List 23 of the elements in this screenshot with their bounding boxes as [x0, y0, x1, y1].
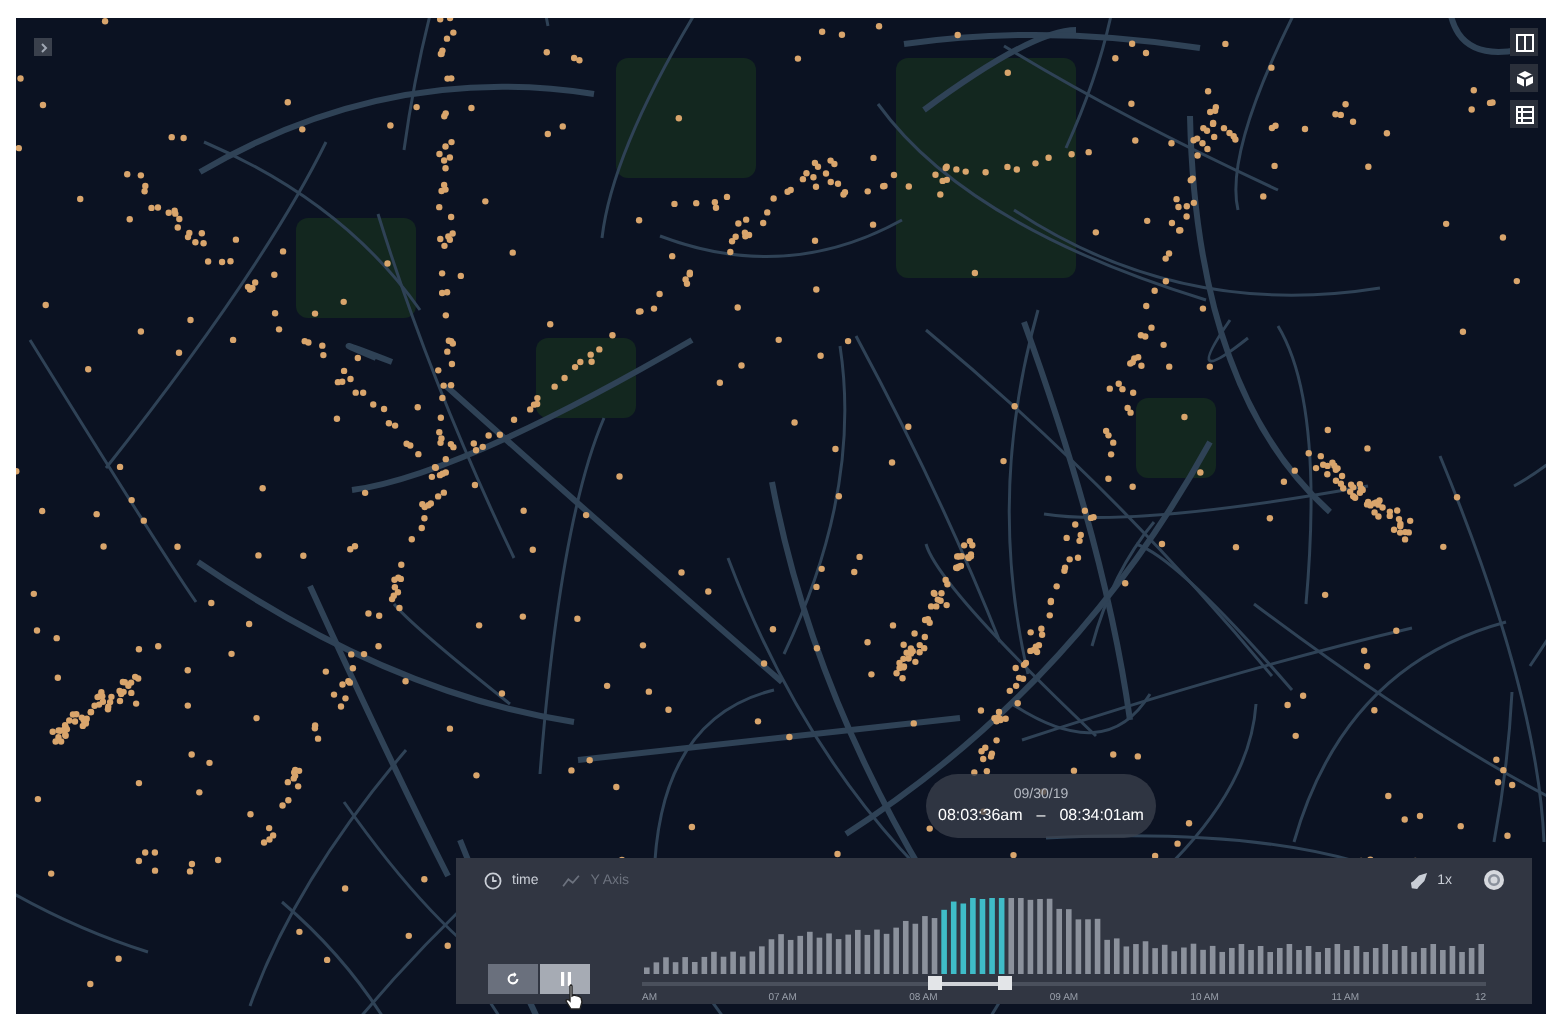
hand-cursor-icon	[564, 984, 584, 1010]
range-handle[interactable]	[997, 976, 1012, 990]
pause-icon	[559, 972, 571, 986]
legend-button[interactable]	[1510, 100, 1538, 128]
chevron-right-icon	[37, 41, 49, 53]
range-handle[interactable]	[927, 976, 942, 990]
layer-view-button[interactable]	[1510, 64, 1538, 92]
range-separator: –	[1036, 806, 1046, 824]
rocket-icon	[1409, 871, 1428, 889]
start-time-text: 08:03:36am	[938, 806, 1023, 824]
expand-panel-button[interactable]	[34, 38, 52, 56]
settings-icon	[1486, 872, 1502, 888]
settings-button[interactable]	[1484, 870, 1504, 890]
split-map-icon	[1515, 33, 1533, 51]
play-pause-button[interactable]	[540, 964, 590, 994]
split-map-button[interactable]	[1510, 28, 1538, 56]
legend-icon	[1515, 105, 1533, 123]
clock-icon	[484, 871, 502, 889]
reset-button[interactable]	[488, 964, 538, 994]
trend-line-icon	[562, 873, 581, 887]
end-time-text: 08:34:01am	[1059, 806, 1144, 824]
reset-icon	[506, 972, 520, 986]
cube-icon	[1515, 69, 1533, 87]
